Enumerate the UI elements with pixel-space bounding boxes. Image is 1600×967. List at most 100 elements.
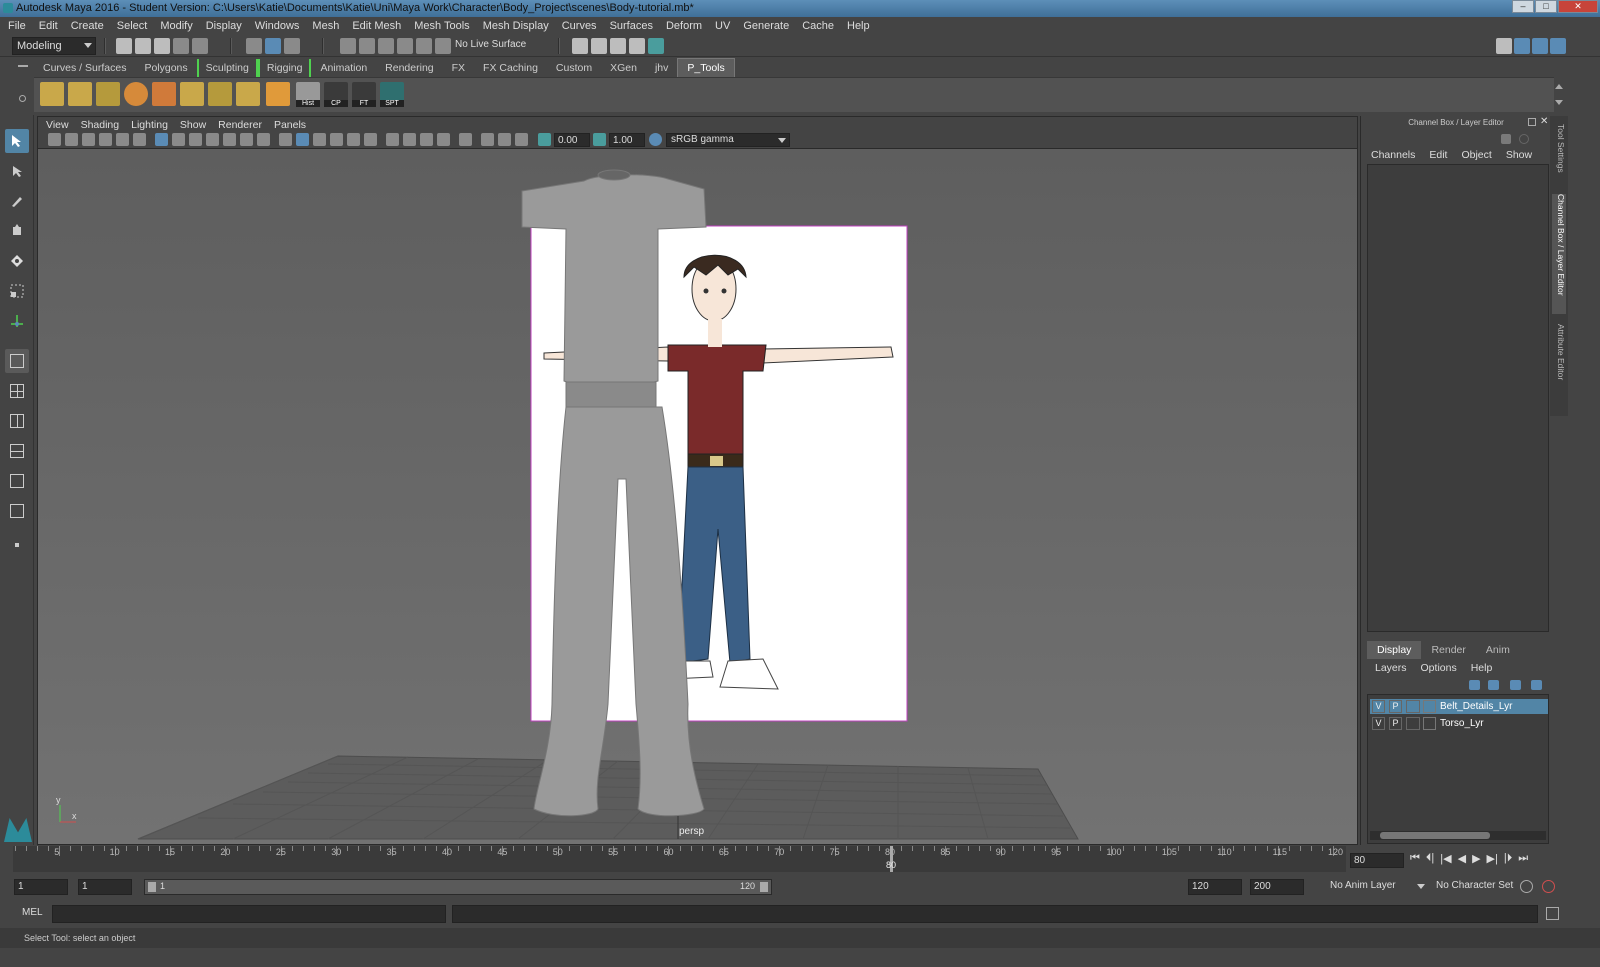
uv-planar-icon[interactable] — [68, 82, 92, 106]
universal-manipulator-tool[interactable] — [5, 309, 29, 333]
select-tool[interactable] — [5, 129, 29, 153]
anti-aliasing-icon[interactable] — [420, 133, 433, 146]
snap-point-icon[interactable] — [378, 38, 394, 54]
move-layer-down-icon[interactable] — [1488, 680, 1499, 690]
playback-toggle[interactable]: P — [1389, 700, 1402, 713]
menu-surfaces[interactable]: Surfaces — [610, 20, 653, 32]
poly-cube-icon[interactable] — [266, 82, 290, 106]
bookmark-icon[interactable] — [82, 133, 95, 146]
visibility-toggle[interactable]: V — [1372, 717, 1385, 730]
3d-scene[interactable]: y x persp — [38, 149, 1357, 844]
mode-dropdown[interactable]: Modeling — [12, 37, 96, 55]
toggle-attribute-editor-icon[interactable] — [1514, 38, 1530, 54]
image-plane-icon[interactable] — [99, 133, 112, 146]
layer-tab-display[interactable]: Display — [1367, 641, 1422, 659]
menu-windows[interactable]: Windows — [255, 20, 300, 32]
range-slider[interactable]: 1 120 — [144, 879, 772, 895]
shelf-tab-polygons[interactable]: Polygons — [135, 59, 196, 77]
shelf-tab-xgen[interactable]: XGen — [601, 59, 646, 77]
select-component-icon[interactable] — [284, 38, 300, 54]
camera-lock-icon[interactable] — [65, 133, 78, 146]
menu-mesh[interactable]: Mesh — [312, 20, 339, 32]
screen-space-ao-icon[interactable] — [386, 133, 399, 146]
isolate-select-icon[interactable] — [459, 133, 472, 146]
script-editor-icon[interactable] — [1546, 907, 1559, 920]
redo-icon[interactable] — [192, 38, 208, 54]
anim-layer-dropdown[interactable]: No Anim Layer — [1326, 879, 1428, 895]
scrollbar-thumb[interactable] — [1380, 832, 1490, 839]
cp-icon[interactable]: CP — [324, 82, 348, 107]
shelf-menu-icon[interactable] — [18, 65, 28, 67]
layout-four-button[interactable] — [5, 379, 29, 403]
safe-title-icon[interactable] — [257, 133, 270, 146]
layer-color-swatch[interactable] — [1406, 700, 1420, 713]
menu-edit-mesh[interactable]: Edit Mesh — [352, 20, 401, 32]
playback-start-field[interactable]: 1 — [78, 879, 132, 895]
menu-display[interactable]: Display — [206, 20, 242, 32]
hypershade-icon[interactable] — [648, 38, 664, 54]
visibility-toggle[interactable]: V — [1372, 700, 1385, 713]
step-back-key-button[interactable]: ⏴| — [1426, 852, 1434, 865]
select-object-icon[interactable] — [265, 38, 281, 54]
menu-generate[interactable]: Generate — [743, 20, 789, 32]
menu-create[interactable]: Create — [71, 20, 104, 32]
wireframe-icon[interactable] — [279, 133, 292, 146]
new-empty-layer-icon[interactable] — [1510, 680, 1521, 690]
layer-name[interactable]: Torso_Lyr — [1440, 716, 1484, 731]
snap-view-plane-icon[interactable] — [397, 38, 413, 54]
maximize-button[interactable]: □ — [1535, 0, 1557, 13]
save-scene-icon[interactable] — [154, 38, 170, 54]
command-language-label[interactable]: MEL — [22, 907, 43, 918]
default-lighting-icon[interactable] — [313, 133, 326, 146]
uv-grid-icon[interactable] — [96, 82, 120, 106]
layer-tab-render[interactable]: Render — [1421, 641, 1475, 659]
cb-menu-channels[interactable]: Channels — [1371, 149, 1415, 161]
view-transform-dropdown[interactable]: sRGB gamma — [666, 133, 790, 147]
layer-list-scrollbar[interactable] — [1370, 831, 1546, 840]
textured-icon[interactable] — [330, 133, 343, 146]
toggle-channel-box-icon[interactable] — [1550, 38, 1566, 54]
safe-action-icon[interactable] — [240, 133, 253, 146]
le-menu-options[interactable]: Options — [1421, 662, 1457, 674]
depth-of-field-icon[interactable] — [437, 133, 450, 146]
grid-icon[interactable] — [155, 133, 168, 146]
shadows-icon[interactable] — [364, 133, 377, 146]
layout-persp-graph-button[interactable] — [5, 469, 29, 493]
shelf-tab-fx[interactable]: FX — [443, 59, 474, 77]
gate-mask-icon[interactable] — [206, 133, 219, 146]
animation-preferences-icon[interactable] — [1542, 880, 1555, 893]
shelf-tab-curves-surfaces[interactable]: Curves / Surfaces — [34, 59, 135, 77]
command-input[interactable] — [52, 905, 446, 923]
poly-sphere-icon[interactable] — [124, 82, 148, 106]
ipr-render-icon[interactable] — [610, 38, 626, 54]
shelf-tab-p-tools[interactable]: P_Tools — [677, 58, 735, 77]
le-menu-help[interactable]: Help — [1471, 662, 1493, 674]
shelf-tab-jhv[interactable]: jhv — [646, 59, 677, 77]
minimize-button[interactable]: – — [1512, 0, 1534, 13]
workspace-icon[interactable] — [1496, 38, 1512, 54]
shelf-tab-custom[interactable]: Custom — [547, 59, 601, 77]
layout-hypershade-button[interactable] — [5, 499, 29, 523]
uv-cut-icon[interactable] — [236, 82, 260, 106]
shelf-tab-rigging[interactable]: Rigging — [257, 59, 312, 77]
render-view-icon[interactable] — [572, 38, 588, 54]
layer-row-torso[interactable]: V P Torso_Lyr — [1370, 716, 1548, 731]
snap-live-icon[interactable] — [435, 38, 451, 54]
layout-side-by-side-button[interactable] — [5, 409, 29, 433]
color-management-icon[interactable] — [649, 133, 662, 146]
render-frame-icon[interactable] — [591, 38, 607, 54]
gamma-field[interactable]: 1.00 — [609, 133, 645, 147]
time-slider[interactable]: 5 10 15 20 25 30 35 40 45 50 55 60 65 70 75 80 85 90 95 100… — [13, 846, 1346, 872]
vp-menu-renderer[interactable]: Renderer — [218, 119, 262, 131]
animation-start-field[interactable]: 1 — [14, 879, 68, 895]
playback-toggle[interactable]: P — [1389, 717, 1402, 730]
field-chart-icon[interactable] — [223, 133, 236, 146]
auto-key-icon[interactable] — [1520, 880, 1533, 893]
layer-color-swatch[interactable] — [1406, 717, 1420, 730]
use-all-lights-icon[interactable] — [347, 133, 360, 146]
new-scene-icon[interactable] — [116, 38, 132, 54]
go-to-start-button[interactable]: ⏮ — [1410, 852, 1420, 865]
menu-select[interactable]: Select — [117, 20, 148, 32]
grease-pencil-icon[interactable] — [133, 133, 146, 146]
channel-box-sync-icon[interactable] — [1519, 134, 1529, 144]
